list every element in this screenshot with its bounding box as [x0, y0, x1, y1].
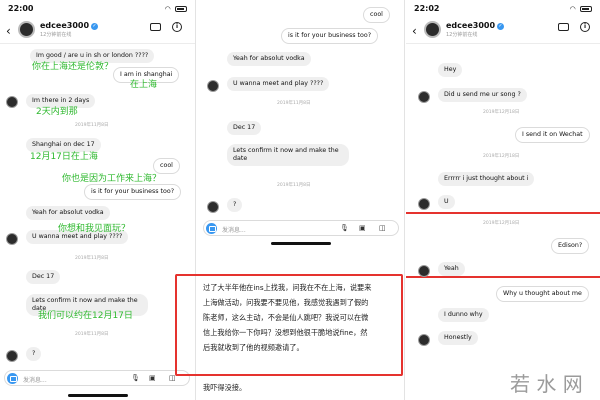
verified-icon: ✓ [497, 23, 505, 30]
note-line: 上海做活动，问我要不要见他，我感觉我遇到了假的 [203, 298, 369, 307]
chevron-left-icon[interactable]: ‹ [6, 24, 11, 38]
username[interactable]: edcee3000 ✓ [446, 21, 505, 30]
translation-text: 我们可以约在12月17日 [38, 311, 133, 321]
status-icons: ◠ [165, 5, 187, 13]
message-bubble: Why u thought about me [496, 286, 589, 302]
message-input[interactable]: 发消息... [23, 375, 47, 384]
avatar [207, 201, 219, 213]
translation-text: 你也是因为工作来上海？ [62, 174, 162, 184]
message-bubble: cool [363, 7, 390, 23]
avatar [418, 334, 430, 346]
battery-icon [580, 6, 592, 12]
message-bubble: U wanna meet and play ???? [227, 77, 330, 91]
info-icon[interactable]: i [580, 22, 590, 32]
status-bar: 22:00 ◠ [6, 4, 189, 14]
avatar [418, 198, 430, 210]
image-icon[interactable]: ▣ [149, 374, 156, 382]
message-bubble: I dunno why [438, 308, 489, 322]
timestamp: 2019年12月18日 [483, 110, 520, 115]
status-time: 22:02 [414, 4, 440, 13]
message-bubble: Yeah for absolut vodka [227, 52, 311, 66]
status-time: 22:00 [8, 4, 34, 13]
message-bubble: Yeah [438, 262, 465, 276]
sticker-icon[interactable]: ◫ [379, 224, 386, 232]
note-line: 后我就收到了他的视频邀请了。 [203, 343, 304, 352]
watermark: 若 水 网 [510, 372, 583, 396]
note-line: 过了大半年他在ins上找我，问我在不在上海，说要来 [203, 283, 372, 292]
message-bubble: ? [227, 198, 243, 212]
avatar [207, 80, 219, 92]
chat-screen-2: cool is it for your business too? Yeah f… [197, 0, 405, 400]
message-bubble: Honestly [438, 331, 478, 345]
chat-screen-1: 22:00 ◠ ‹ edcee3000 ✓ 12分钟前在线 i Im good /… [0, 0, 196, 400]
timestamp: 2019年12月18日 [483, 221, 520, 226]
username-text: edcee3000 [446, 21, 496, 30]
battery-icon [175, 6, 187, 12]
camera-icon[interactable] [206, 223, 217, 234]
home-indicator [271, 242, 331, 245]
message-bubble: Edison? [551, 238, 590, 254]
timestamp: 2019年11月8日 [75, 332, 109, 337]
avatar[interactable] [18, 21, 35, 38]
message-bubble: Yeah for absolut vodka [26, 206, 110, 220]
message-bubble: Lets confirm it now and make the date [227, 144, 349, 166]
timestamp: 2019年12月18日 [483, 154, 520, 159]
avatar[interactable] [424, 21, 441, 38]
message-bubble: Dec 17 [227, 121, 262, 135]
wifi-icon: ◠ [164, 5, 172, 13]
avatar [418, 91, 430, 103]
avatar [418, 265, 430, 277]
translation-text: 你在上海还是伦敦？ [32, 62, 114, 72]
message-bubble: Errrrr i just thought about i [438, 172, 535, 186]
microphone-icon[interactable]: 🎙 [131, 374, 140, 382]
timestamp: 2019年11月8日 [75, 123, 109, 128]
message-bubble: ? [26, 347, 42, 361]
status-icons: ◠ [570, 5, 592, 13]
timestamp: 2019年11月8日 [277, 183, 311, 188]
message-bubble: Dec 17 [26, 270, 61, 284]
translation-text: 你想和我见面玩？ [58, 224, 131, 234]
message-composer[interactable]: 发消息... 🎙 ▣ ◫ [203, 220, 399, 236]
message-bubble: I send it on Wechat [515, 127, 590, 143]
translation-text: 在上海 [130, 80, 158, 90]
note-line: 陈老师，这么主动，不会是仙人跳吧？我说可以在微 [203, 313, 369, 322]
info-icon[interactable]: i [172, 22, 182, 32]
image-icon[interactable]: ▣ [359, 224, 366, 232]
avatar [6, 96, 18, 108]
last-active: 12分钟前在线 [40, 32, 72, 38]
camera-icon[interactable] [7, 373, 18, 384]
chevron-left-icon[interactable]: ‹ [412, 24, 417, 38]
translation-text: 2天内到那 [36, 107, 78, 117]
avatar [6, 233, 18, 245]
avatar [6, 350, 18, 362]
status-bar: 22:02 ◠ [412, 4, 594, 14]
chat-screen-3: 22:02 ◠ ‹ edcee3000 ✓ 12分钟前在线 i Hey Did u… [406, 0, 600, 400]
last-active: 12分钟前在线 [446, 32, 478, 38]
chat-header: ‹ edcee3000 ✓ 12分钟前在线 i [406, 18, 600, 44]
message-bubble: Hey [438, 63, 463, 77]
message-bubble: U [438, 195, 455, 209]
microphone-icon[interactable]: 🎙 [340, 224, 349, 232]
timestamp: 2019年11月8日 [75, 256, 109, 261]
translation-text: 12月17日在上海 [30, 152, 98, 162]
chat-header: ‹ edcee3000 ✓ 12分钟前在线 i [0, 18, 195, 44]
message-input[interactable]: 发消息... [222, 225, 246, 234]
username[interactable]: edcee3000 ✓ [40, 21, 99, 30]
verified-icon: ✓ [91, 23, 99, 30]
message-bubble: Did u send me ur song ? [438, 88, 527, 102]
video-call-icon[interactable] [150, 23, 161, 31]
message-bubble: is it for your business too? [281, 28, 379, 44]
wifi-icon: ◠ [569, 5, 577, 13]
home-indicator [68, 394, 128, 397]
message-composer[interactable]: 发消息... 🎙 ▣ ◫ [4, 370, 190, 386]
highlight-box-edge [175, 274, 199, 376]
video-call-icon[interactable] [558, 23, 569, 31]
message-bubble: is it for your business too? [84, 184, 182, 200]
note-line: 信上我给你一下你吗？没想到他很干脆地说fine，然 [203, 328, 368, 337]
note-text: 我吓得没接。 [203, 383, 247, 392]
username-text: edcee3000 [40, 21, 90, 30]
timestamp: 2019年11月8日 [277, 101, 311, 106]
